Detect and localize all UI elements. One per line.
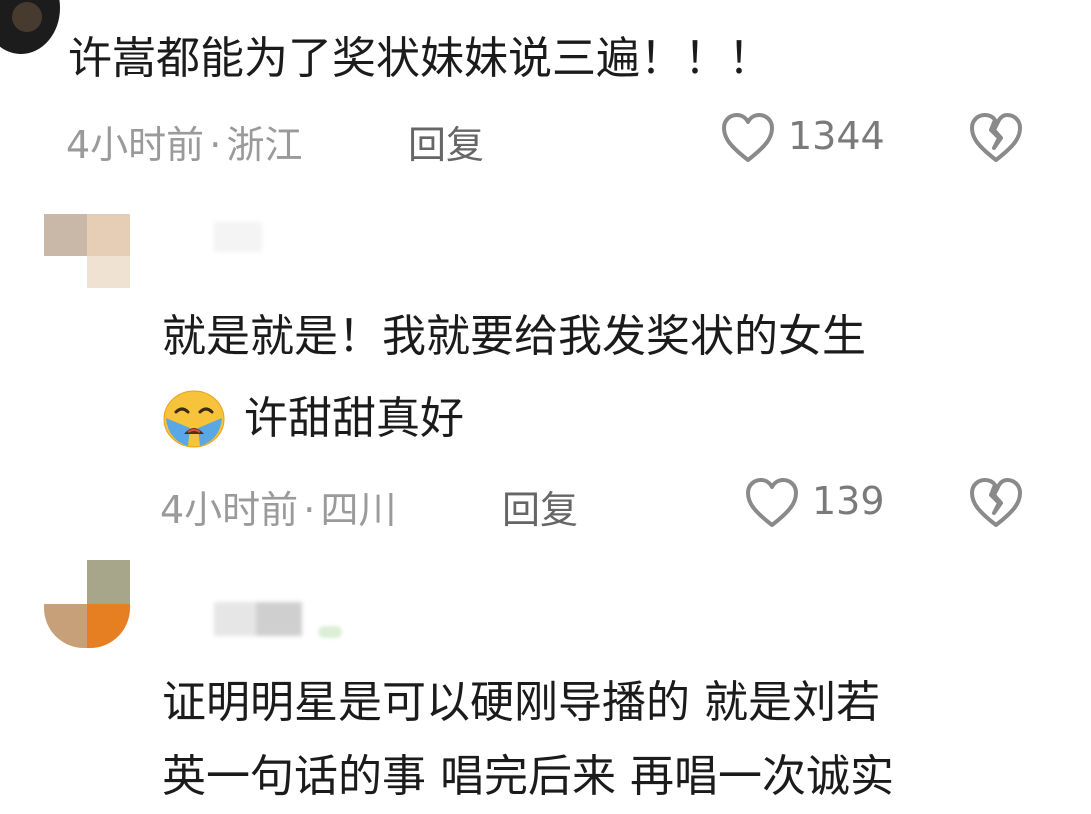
username[interactable] [214,602,304,636]
comment-text: 许嵩都能为了奖状妹妹说三遍！！！ [68,33,772,84]
comment-location: 四川 [320,488,397,532]
loudly-crying-face-emoji [160,388,228,450]
meta-separator: · [303,488,316,532]
comment-meta: 4小时前 · 浙江 [66,114,302,169]
avatar[interactable] [0,0,60,54]
comment-text: 英一句话的事 唱完后来 再唱一次诚实 [162,751,894,802]
comment-time: 4小时前 [66,123,205,167]
like-count: 139 [812,479,885,523]
broken-heart-icon[interactable] [968,477,1024,529]
user-badge [318,626,342,638]
heart-outline-icon[interactable] [744,477,800,529]
comment-time: 4小时前 [160,488,299,532]
comment-text: 就是就是！我就要给我发奖状的女生 [162,311,866,362]
comment-text: 许甜甜真好 [244,393,464,444]
broken-heart-icon[interactable] [968,112,1024,164]
reply-button[interactable]: 回复 [408,114,484,169]
comment-location: 浙江 [226,123,303,167]
comment-text-line: 许甜甜真好 [160,382,464,456]
heart-outline-icon[interactable] [720,112,776,164]
reply-button[interactable]: 回复 [502,479,578,534]
username[interactable] [214,222,262,252]
comment-text: 证明明星是可以硬刚导播的 就是刘若 [162,677,880,728]
avatar[interactable] [44,560,130,648]
like-count: 1344 [788,114,885,158]
comment-meta: 4小时前 · 四川 [160,479,396,534]
avatar[interactable] [44,214,130,288]
meta-separator: · [209,123,222,167]
